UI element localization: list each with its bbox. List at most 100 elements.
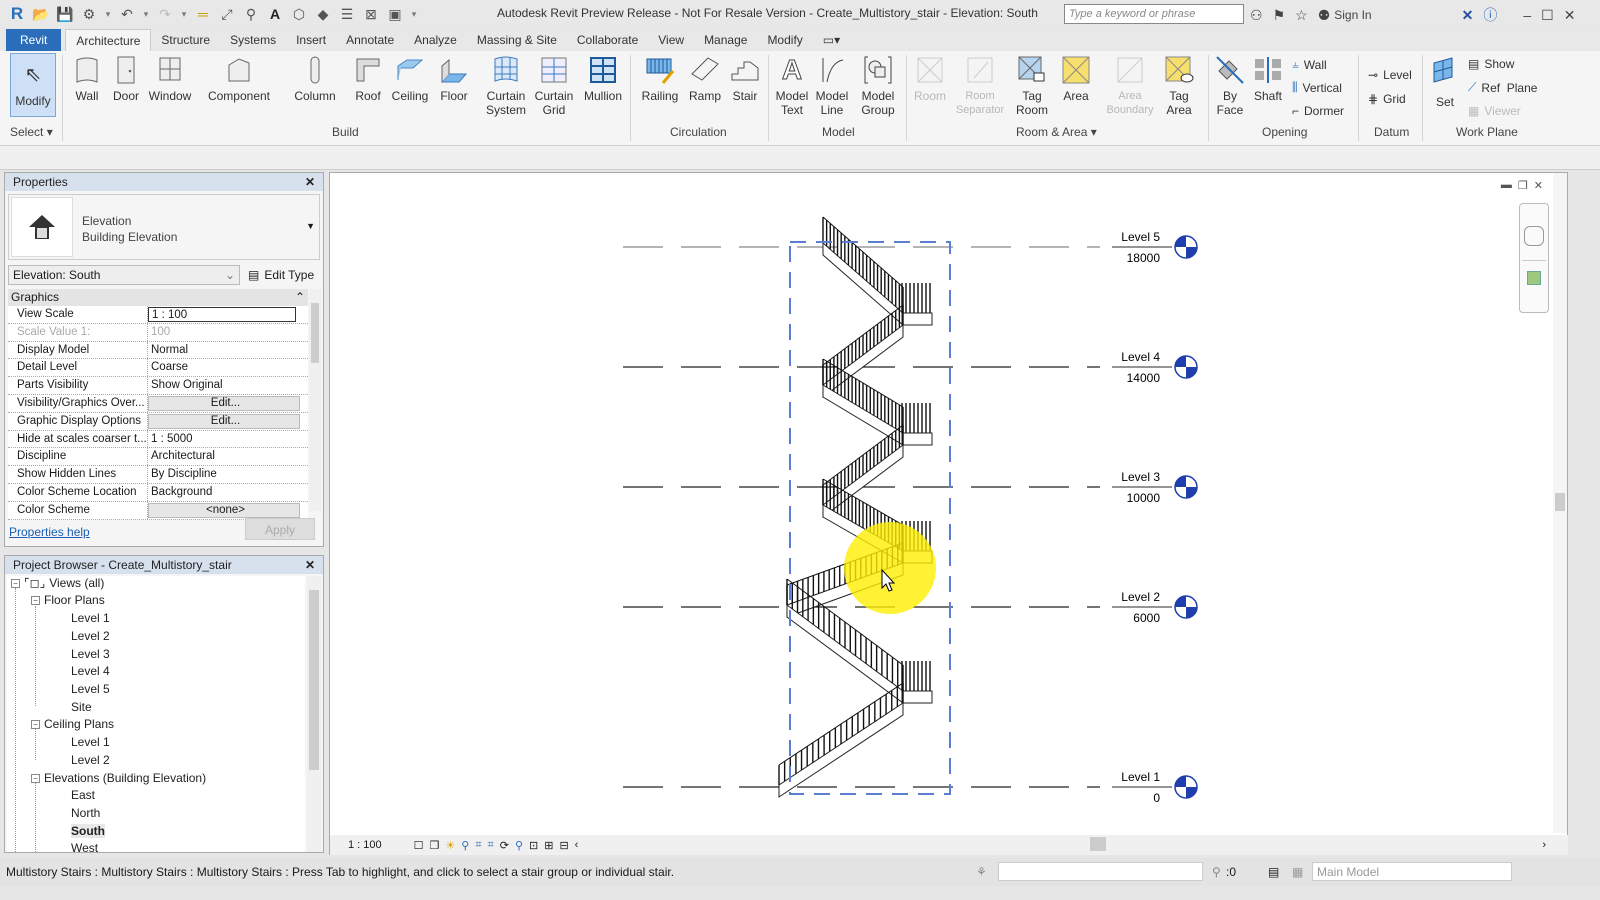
view-scale-input[interactable]: 1 : 100 xyxy=(148,307,296,322)
switch-windows-icon[interactable]: ▣ xyxy=(386,5,404,23)
floor-button[interactable]: Floor xyxy=(436,55,472,103)
property-row[interactable]: Display Model Normal xyxy=(8,341,308,360)
analytical-model-icon[interactable]: ⊟ xyxy=(559,839,568,852)
level-elevation[interactable]: 18000 xyxy=(1127,251,1161,265)
steering-wheel-icon[interactable] xyxy=(1524,226,1544,246)
set-work-plane-button[interactable]: Set xyxy=(1428,55,1462,109)
measure-icon[interactable]: ═ xyxy=(194,5,212,23)
level-elevation[interactable]: 6000 xyxy=(1133,611,1160,625)
modify-button[interactable]: ⇖ Modify xyxy=(10,53,56,117)
view-scale[interactable]: 1 : 100 xyxy=(348,839,382,851)
section-icon[interactable]: ◆ xyxy=(314,5,332,23)
viewer-button[interactable]: ▦ Viewer xyxy=(1468,104,1521,118)
dropdown-icon[interactable]: ▾ xyxy=(104,5,112,23)
view-restore-icon[interactable]: ❐ xyxy=(1518,179,1528,192)
property-row[interactable]: Hide at scales coarser t... 1 : 5000 xyxy=(8,430,308,449)
dropdown-icon[interactable]: ▾ xyxy=(180,5,188,23)
model-group-button[interactable]: Model Group xyxy=(856,55,900,117)
rendering-icon[interactable]: ⌗ xyxy=(475,839,481,852)
curtain-grid-button[interactable]: Curtain Grid xyxy=(532,55,576,117)
show-crop-icon[interactable]: ⟳ xyxy=(500,839,509,852)
room-separator-button[interactable]: Room Separator xyxy=(952,55,1008,117)
tab-analyze[interactable]: Analyze xyxy=(404,29,467,51)
properties-scrollbar[interactable] xyxy=(309,289,321,511)
type-dropdown-icon[interactable]: ▼ xyxy=(306,221,315,231)
exchange-icon[interactable]: ✕ xyxy=(1462,7,1474,24)
maximize-button[interactable]: ☐ xyxy=(1541,7,1554,24)
tree-item[interactable]: North xyxy=(71,806,100,820)
roof-button[interactable]: Roof xyxy=(352,55,384,103)
tree-item[interactable]: Level 5 xyxy=(71,682,110,696)
ceiling-button[interactable]: Ceiling xyxy=(390,55,430,103)
multistory-stair[interactable] xyxy=(778,216,933,798)
level-elevation[interactable]: 14000 xyxy=(1127,371,1161,385)
gdo-edit-button[interactable]: Edit... xyxy=(148,413,300,429)
shaft-button[interactable]: Shaft xyxy=(1250,55,1286,103)
temporary-hide-icon[interactable]: ⚲ xyxy=(515,839,523,852)
level-name[interactable]: Level 3 xyxy=(1121,470,1160,484)
properties-help-link[interactable]: Properties help xyxy=(9,525,90,539)
property-row[interactable]: Detail Level Coarse xyxy=(8,359,308,378)
property-row[interactable]: Discipline Architectural xyxy=(8,448,308,467)
dropdown-icon[interactable]: ▾ xyxy=(142,5,150,23)
design-options-icon[interactable]: ▦ xyxy=(1292,865,1303,879)
tree-item[interactable]: Level 1 xyxy=(71,735,110,749)
reveal-hidden-icon[interactable]: ⊡ xyxy=(529,839,538,852)
show-work-plane-button[interactable]: ▤ Show xyxy=(1468,57,1514,71)
tab-manage[interactable]: Manage xyxy=(694,29,757,51)
level-line[interactable]: Level 5 18000 xyxy=(623,230,1198,265)
color-scheme-button[interactable]: <none> xyxy=(148,502,300,518)
3d-view-icon[interactable]: ⬡ xyxy=(290,5,308,23)
tree-item[interactable]: Level 2 xyxy=(71,753,110,767)
mullion-button[interactable]: Mullion xyxy=(580,55,626,103)
property-row[interactable]: Graphic Display Options Edit... xyxy=(8,412,308,431)
level-line[interactable]: Level 1 0 xyxy=(623,770,1198,805)
tab-structure[interactable]: Structure xyxy=(151,29,220,51)
stair-button[interactable]: Stair xyxy=(728,55,762,103)
horizontal-scrollbar[interactable] xyxy=(1090,837,1106,851)
tag-icon[interactable]: ⚲ xyxy=(242,5,260,23)
elevation-drawing[interactable]: Level 518000Level 414000Level 310000Leve… xyxy=(330,173,1569,856)
contextual-tab-dropdown[interactable]: ▭▾ xyxy=(813,29,850,51)
select-panel-label[interactable]: Select ▾ xyxy=(10,125,53,139)
group-graphics[interactable]: Graphics ⌃ xyxy=(8,289,308,306)
stair-landing[interactable] xyxy=(901,661,933,704)
stair-landing[interactable] xyxy=(901,403,933,446)
close-button[interactable]: ✕ xyxy=(1564,7,1576,24)
tag-area-button[interactable]: Tag Area xyxy=(1160,55,1198,117)
view-close-icon[interactable]: ✕ xyxy=(1534,179,1543,192)
tab-massing-site[interactable]: Massing & Site xyxy=(467,29,567,51)
tree-item[interactable]: Site xyxy=(71,700,92,714)
tree-item[interactable]: Level 1 xyxy=(71,611,110,625)
tab-view[interactable]: View xyxy=(648,29,694,51)
stair-flight[interactable] xyxy=(822,358,904,446)
window-button[interactable]: Window xyxy=(146,55,194,103)
browser-scrollbar[interactable] xyxy=(307,576,321,852)
tree-item-selected[interactable]: South xyxy=(71,824,105,838)
ramp-button[interactable]: Ramp xyxy=(686,55,724,103)
minimize-button[interactable]: – xyxy=(1523,7,1531,23)
tree-item[interactable]: Level 4 xyxy=(71,664,110,678)
type-selector[interactable]: Elevation Building Elevation ▼ xyxy=(8,194,320,260)
property-row[interactable]: Show Hidden Lines By Discipline xyxy=(8,466,308,484)
save-icon[interactable]: 💾 xyxy=(56,5,74,23)
help-icon[interactable]: ⓘ xyxy=(1483,5,1497,25)
crop-view-icon[interactable]: ⌗ xyxy=(488,839,494,852)
visual-style-icon[interactable]: ❒ xyxy=(430,839,440,852)
tree-item[interactable]: Level 2 xyxy=(71,629,110,643)
editable-only-icon[interactable]: ▤ xyxy=(1268,865,1279,879)
level-button[interactable]: ⊸ Level xyxy=(1368,68,1412,82)
shadows-icon[interactable]: ⚲ xyxy=(461,839,469,852)
undo-icon[interactable]: ↶ xyxy=(118,5,136,23)
property-row[interactable]: View Scale 1 : 100 xyxy=(8,306,308,324)
tree-node-floor-plans[interactable]: − Floor Plans xyxy=(31,593,105,607)
tab-systems[interactable]: Systems xyxy=(220,29,286,51)
vertical-scrollbar[interactable] xyxy=(1553,173,1567,833)
view-minimize-icon[interactable]: ▬ xyxy=(1501,179,1512,192)
room-area-panel-label[interactable]: Room & Area ▾ xyxy=(1016,125,1097,139)
tab-modify[interactable]: Modify xyxy=(757,29,812,51)
grid-button[interactable]: ⋕ Grid xyxy=(1368,92,1406,106)
vg-edit-button[interactable]: Edit... xyxy=(148,395,300,411)
edit-type-button[interactable]: ▤ Edit Type xyxy=(248,268,314,282)
dormer-opening-button[interactable]: ⌐ Dormer xyxy=(1292,104,1344,118)
